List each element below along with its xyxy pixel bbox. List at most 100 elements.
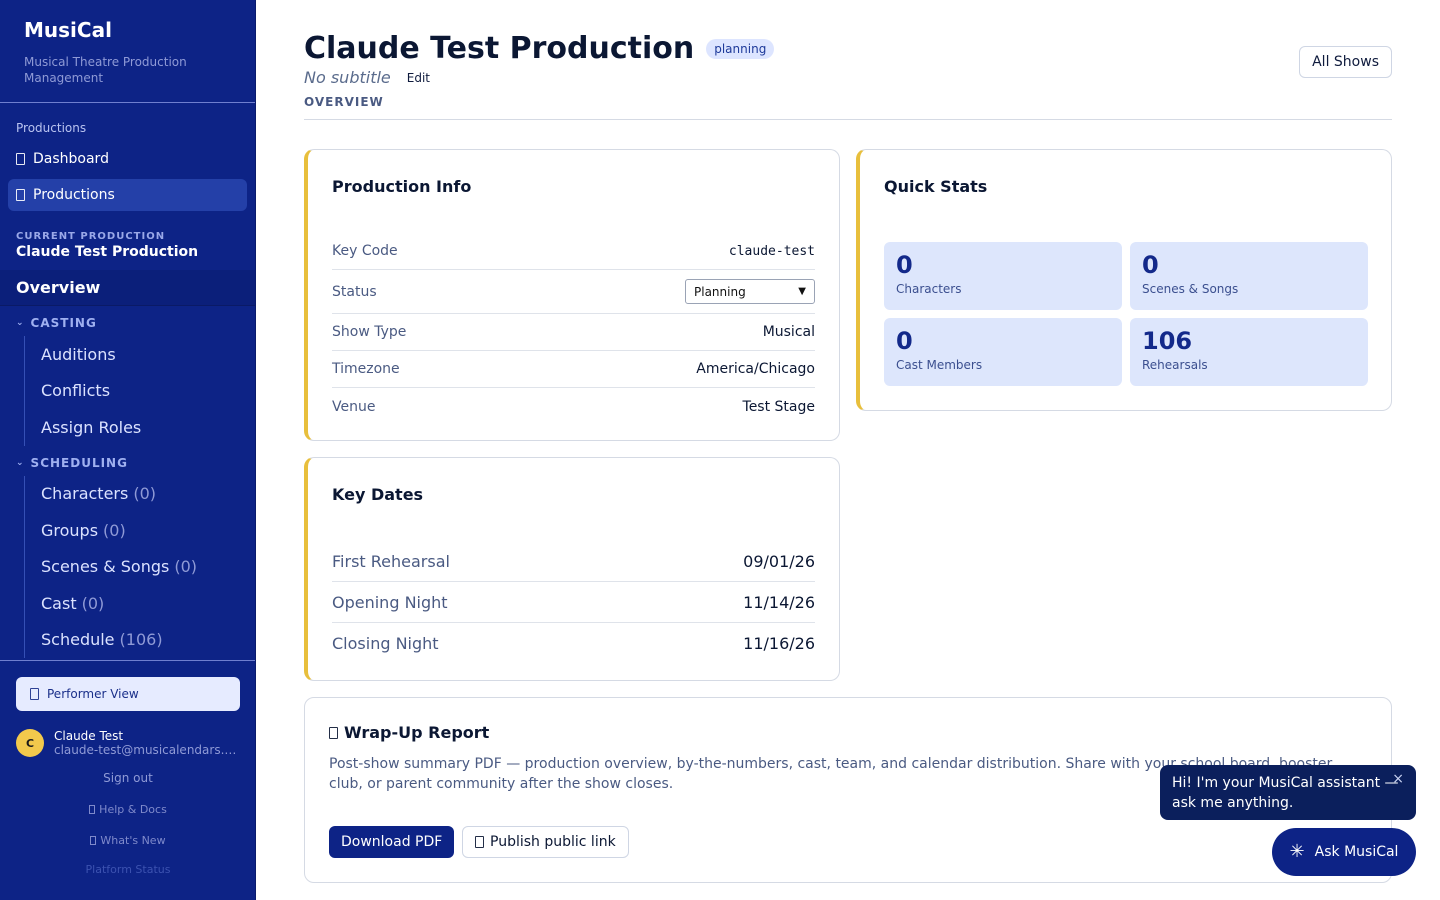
stat-label: Characters bbox=[896, 282, 962, 296]
sidebar: MusiCal Musical Theatre Production Manag… bbox=[0, 0, 256, 900]
dashboard-icon bbox=[16, 153, 25, 165]
page-title: Claude Test Production bbox=[304, 31, 695, 66]
stat-label: Rehearsals bbox=[1142, 358, 1208, 372]
date-value: 11/14/26 bbox=[743, 592, 815, 612]
sidebar-item-assign-roles[interactable]: Assign Roles bbox=[25, 409, 255, 446]
date-value: 11/16/26 bbox=[743, 634, 815, 653]
sidebar-item-overview[interactable]: Overview bbox=[0, 270, 255, 306]
performer-view-button[interactable]: Performer View bbox=[16, 677, 240, 711]
status-select-value: Planning bbox=[694, 284, 746, 299]
date-row-opening-night: Opening Night 11/14/26 bbox=[332, 582, 815, 623]
download-pdf-button[interactable]: Download PDF bbox=[329, 826, 455, 858]
key-code-value: claude-test bbox=[728, 243, 815, 259]
sidebar-item-cast[interactable]: Cast (0) bbox=[25, 585, 255, 622]
assistant-tooltip: Hi! I'm your MusiCal assistant — ask me … bbox=[1160, 765, 1416, 820]
app-tagline: Musical Theatre Production Management bbox=[24, 55, 187, 85]
help-icon bbox=[89, 805, 96, 814]
publish-link-button[interactable]: Publish public link bbox=[462, 826, 629, 858]
edit-subtitle-button[interactable]: Edit bbox=[407, 71, 430, 85]
sidebar-item-productions[interactable]: Productions bbox=[8, 179, 247, 211]
info-label: Venue bbox=[332, 398, 376, 415]
productions-icon bbox=[16, 189, 25, 201]
info-label: Status bbox=[332, 283, 377, 300]
date-label: Opening Night bbox=[332, 592, 448, 612]
stat-cast-members[interactable]: 0 Cast Members bbox=[884, 318, 1122, 386]
info-row-status: Status Planning ▼ bbox=[332, 270, 815, 314]
sidebar-item-auditions[interactable]: Auditions bbox=[25, 336, 255, 373]
whats-new-label: What's New bbox=[100, 834, 166, 847]
sparkle-icon: ✳ bbox=[1289, 841, 1305, 862]
sidebar-item-schedule[interactable]: Schedule (106) bbox=[25, 622, 255, 659]
tab-overview[interactable]: OVERVIEW bbox=[304, 95, 1392, 120]
help-docs-link[interactable]: Help & Docs bbox=[0, 803, 255, 816]
info-row-show-type: Show Type Musical bbox=[332, 314, 815, 351]
all-shows-button[interactable]: All Shows bbox=[1299, 46, 1392, 78]
item-count: (0) bbox=[103, 520, 126, 540]
sign-out-link[interactable]: Sign out bbox=[0, 771, 255, 785]
casting-list: Auditions Conflicts Assign Roles bbox=[24, 336, 255, 446]
app-logo-text[interactable]: MusiCal bbox=[24, 18, 231, 42]
sidebar-item-groups[interactable]: Groups (0) bbox=[25, 512, 255, 549]
key-dates-card: Key Dates First Rehearsal 09/01/26 Openi… bbox=[304, 457, 840, 681]
sidebar-item-label: Scenes & Songs bbox=[41, 557, 170, 577]
casting-group-toggle[interactable]: ⌄ CASTING bbox=[0, 306, 255, 336]
scheduling-list: Characters (0) Groups (0) Scenes & Songs… bbox=[24, 475, 255, 659]
sidebar-item-label: Dashboard bbox=[33, 151, 109, 167]
sidebar-item-label: Cast bbox=[41, 593, 77, 613]
stat-rehearsals[interactable]: 106 Rehearsals bbox=[1130, 318, 1368, 386]
card-title: Production Info bbox=[332, 177, 472, 196]
sidebar-item-scenes-songs[interactable]: Scenes & Songs (0) bbox=[25, 549, 255, 586]
date-row-first-rehearsal: First Rehearsal 09/01/26 bbox=[332, 541, 815, 582]
user-email: claude-test@musicalendars.com bbox=[54, 743, 238, 757]
ask-assistant-label: Ask MusiCal bbox=[1314, 844, 1399, 860]
production-info-card: Production Info Key Code claude-test Sta… bbox=[304, 149, 840, 441]
scheduling-group-toggle[interactable]: ⌄ SCHEDULING bbox=[0, 446, 255, 476]
info-label: Timezone bbox=[332, 361, 400, 377]
stat-value: 0 bbox=[896, 327, 913, 355]
stat-scenes-songs[interactable]: 0 Scenes & Songs bbox=[1130, 242, 1368, 310]
wrap-up-title: Wrap-Up Report bbox=[329, 723, 489, 742]
date-value: 09/01/26 bbox=[743, 551, 815, 571]
sidebar-item-conflicts[interactable]: Conflicts bbox=[25, 373, 255, 410]
report-icon bbox=[329, 726, 338, 739]
news-icon bbox=[90, 836, 97, 845]
publish-link-label: Publish public link bbox=[490, 834, 616, 850]
status-select[interactable]: Planning ▼ bbox=[685, 279, 815, 304]
item-count: (106) bbox=[119, 630, 163, 650]
info-row-key-code: Key Code claude-test bbox=[332, 233, 815, 270]
info-label: Key Code bbox=[332, 243, 398, 259]
page-header: Claude Test Production planning bbox=[304, 31, 1392, 66]
scheduling-group-label: SCHEDULING bbox=[30, 455, 128, 470]
brand: MusiCal Musical Theatre Production Manag… bbox=[0, 0, 255, 103]
stat-characters[interactable]: 0 Characters bbox=[884, 242, 1122, 310]
user-name: Claude Test bbox=[54, 729, 124, 743]
sidebar-item-label: Characters bbox=[41, 484, 129, 504]
quick-stats-card: Quick Stats 0 Characters 0 Scenes & Song… bbox=[856, 149, 1392, 411]
user-profile[interactable]: C Claude Test claude-test@musicalendars.… bbox=[0, 711, 255, 757]
date-label: Closing Night bbox=[332, 634, 439, 653]
sidebar-item-dashboard[interactable]: Dashboard bbox=[8, 143, 247, 175]
whats-new-link[interactable]: What's New bbox=[0, 834, 255, 847]
chevron-down-icon: ⌄ bbox=[16, 318, 25, 328]
platform-status-link[interactable]: Platform Status bbox=[0, 863, 255, 876]
stat-label: Scenes & Songs bbox=[1142, 282, 1239, 296]
status-badge: planning bbox=[706, 38, 775, 59]
info-row-timezone: Timezone America/Chicago bbox=[332, 351, 815, 388]
page-subtitle: No subtitle bbox=[304, 68, 391, 87]
stat-value: 0 bbox=[896, 251, 913, 279]
date-label: First Rehearsal bbox=[332, 551, 450, 571]
sidebar-footer: Performer View C Claude Test claude-test… bbox=[0, 660, 255, 900]
sidebar-item-characters[interactable]: Characters (0) bbox=[25, 476, 255, 513]
ask-assistant-button[interactable]: ✳ Ask MusiCal bbox=[1272, 828, 1416, 876]
close-icon[interactable]: × bbox=[1392, 769, 1404, 789]
card-title: Quick Stats bbox=[884, 177, 988, 196]
assistant-greeting: Hi! I'm your MusiCal assistant — ask me … bbox=[1172, 775, 1399, 811]
nav-section-label: Productions bbox=[16, 121, 87, 135]
show-type-value: Musical bbox=[762, 324, 815, 340]
help-docs-label: Help & Docs bbox=[99, 803, 167, 816]
stat-label: Cast Members bbox=[896, 358, 983, 372]
performer-icon bbox=[30, 688, 39, 700]
stat-value: 0 bbox=[1142, 251, 1159, 279]
subtitle-row: No subtitle Edit bbox=[304, 68, 1392, 87]
item-count: (0) bbox=[133, 484, 156, 504]
